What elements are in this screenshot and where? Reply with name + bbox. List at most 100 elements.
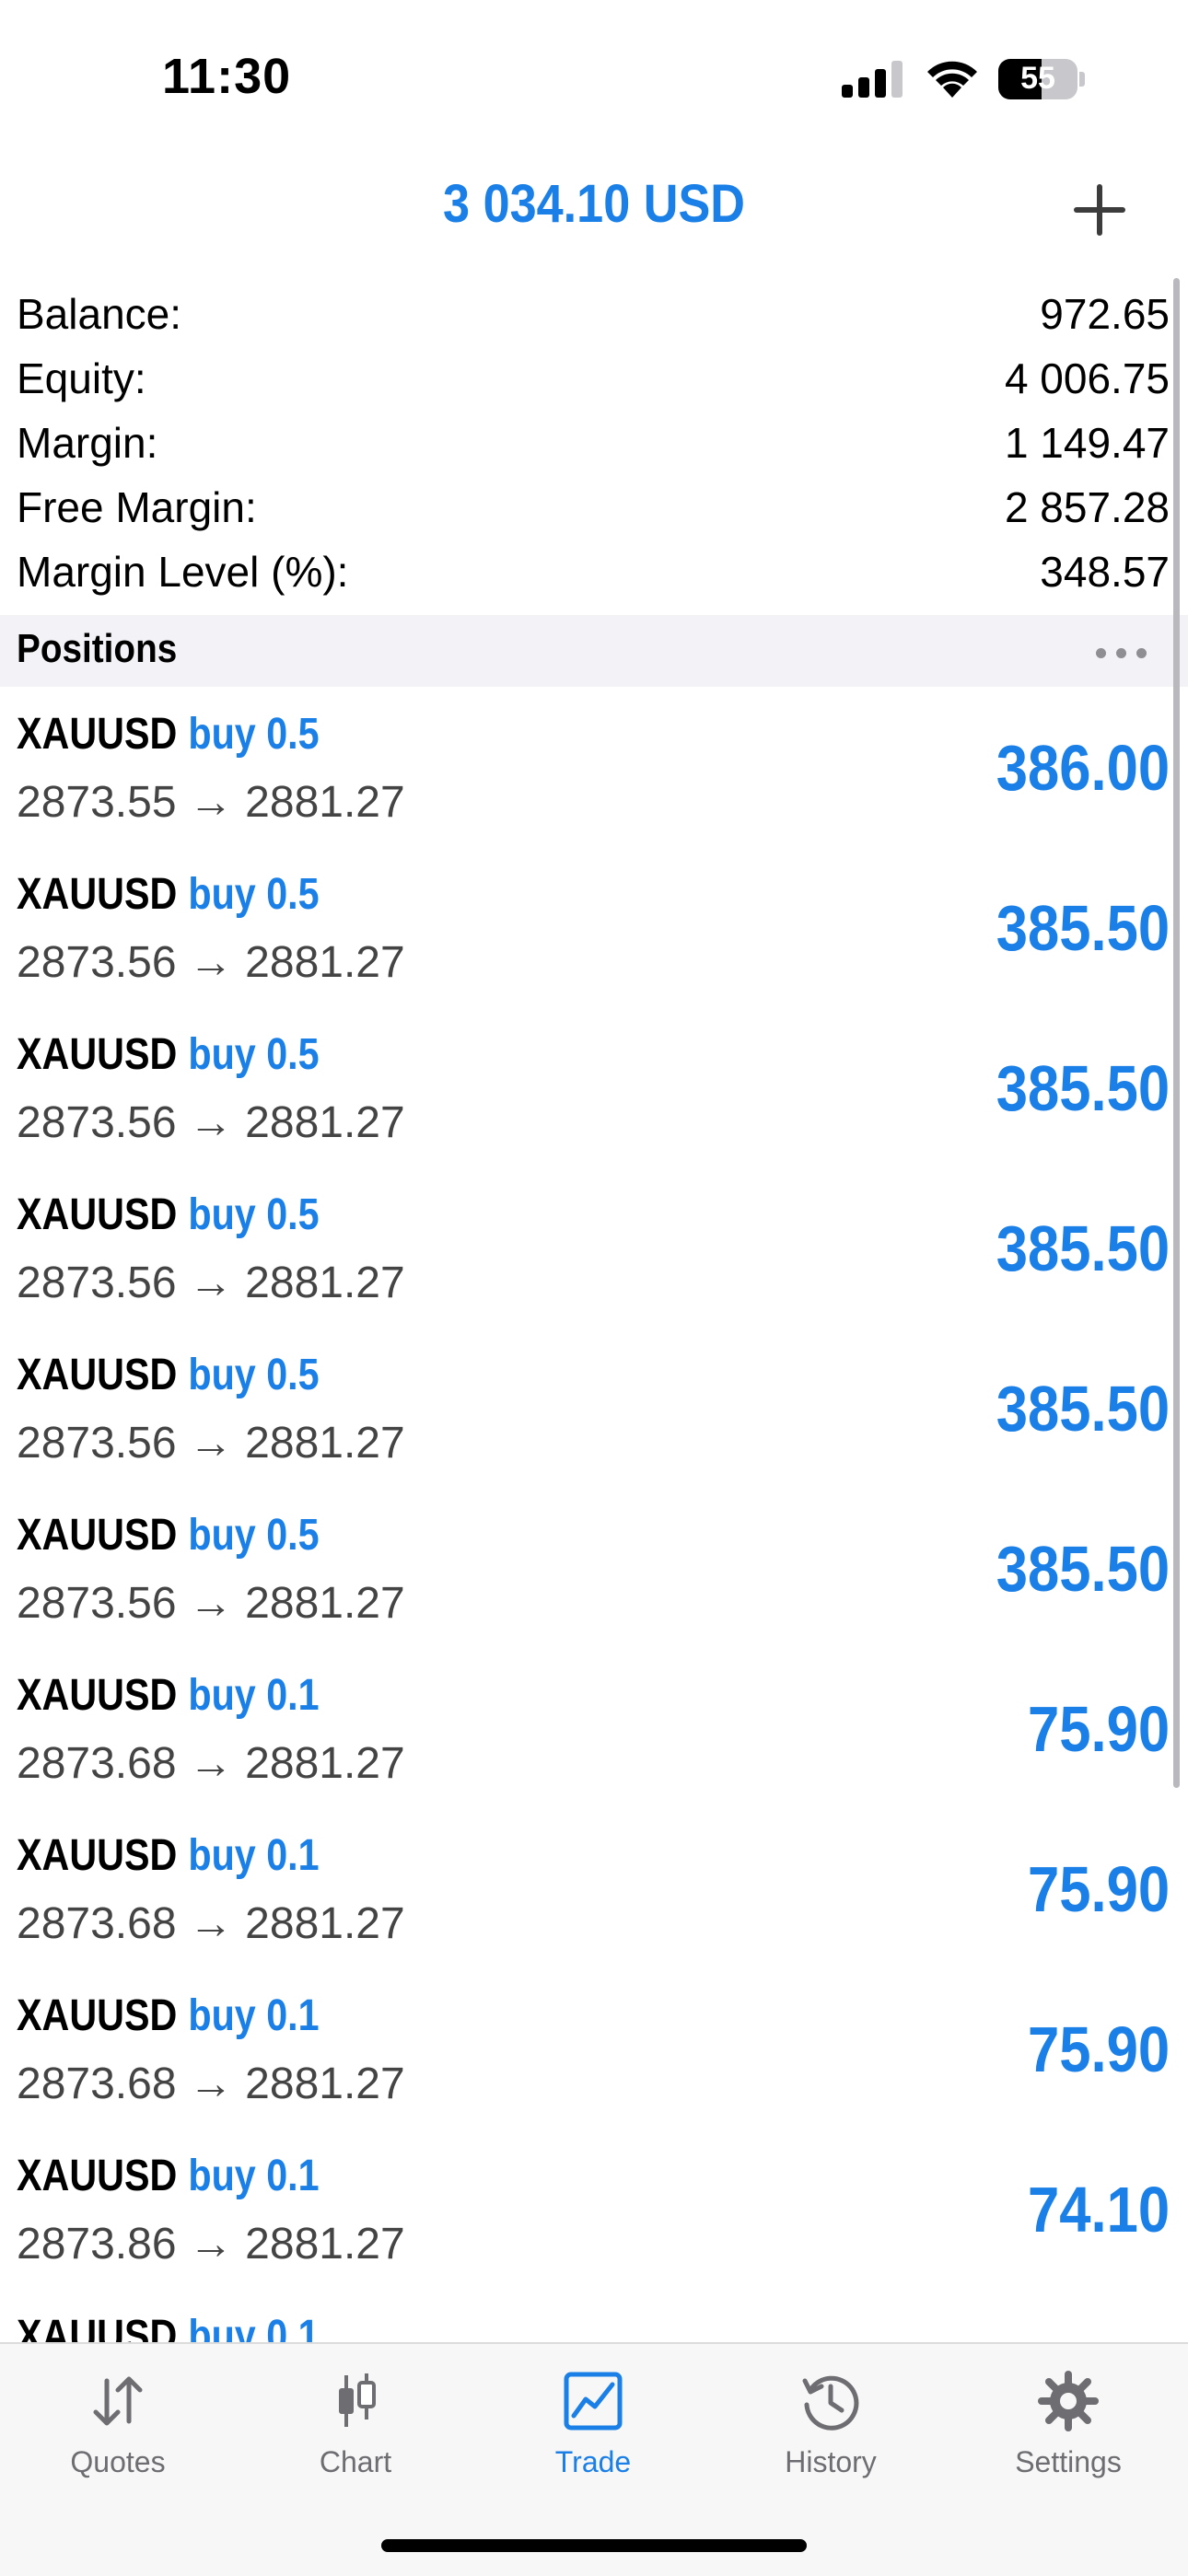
position-row[interactable]: XAUUSD buy 0.5 2873.56 → 2881.27 385.50: [0, 1011, 1188, 1171]
candlestick-chart-icon: [339, 2373, 376, 2427]
summary-value: 4 006.75: [1004, 354, 1170, 402]
position-profit: 385.50: [996, 1373, 1170, 1445]
positions-list[interactable]: XAUUSD buy 0.5 2873.55 → 2881.27 386.00 X…: [0, 690, 1188, 2342]
wifi-icon: [927, 61, 977, 98]
position-prices: 2873.68 → 2881.27: [17, 1899, 405, 1948]
position-row[interactable]: XAUUSD buy 0.1: [0, 2292, 1188, 2342]
gear-icon: [1038, 2371, 1099, 2431]
position-symbol: XAUUSD: [17, 1831, 178, 1880]
position-prices: 2873.56 → 2881.27: [17, 1098, 405, 1147]
tab-label: Quotes: [70, 2445, 166, 2478]
summary-row-balance: Balance: 972.65: [0, 282, 1188, 346]
position-profit: 75.90: [1027, 1693, 1170, 1765]
position-symbol: XAUUSD: [17, 1991, 178, 2040]
positions-title: Positions: [17, 626, 178, 671]
tab-settings[interactable]: Settings: [976, 2370, 1160, 2489]
summary-row-free-margin: Free Margin: 2 857.28: [0, 475, 1188, 540]
position-row[interactable]: XAUUSD buy 0.1 2873.86 → 2881.27 74.10: [0, 2132, 1188, 2292]
position-symbol: XAUUSD: [17, 1511, 178, 1560]
position-row[interactable]: XAUUSD buy 0.5 2873.56 → 2881.27 385.50: [0, 1171, 1188, 1331]
position-prices: 2873.68 → 2881.27: [17, 1739, 405, 1788]
position-profit: 386.00: [996, 732, 1170, 804]
position-type: buy 0.1: [188, 2312, 320, 2342]
quotes-arrows-icon: [93, 2376, 143, 2426]
summary-row-margin: Margin: 1 149.47: [0, 411, 1188, 475]
position-symbol: XAUUSD: [17, 1030, 178, 1079]
tab-chart[interactable]: Chart: [263, 2370, 448, 2489]
position-type: buy 0.5: [188, 1190, 320, 1239]
trade-chart-icon: [564, 2372, 623, 2431]
tab-trade[interactable]: Trade: [501, 2370, 685, 2489]
position-prices: 2873.86 → 2881.27: [17, 2220, 405, 2269]
summary-label: Free Margin:: [17, 483, 257, 531]
summary-label: Margin:: [17, 419, 158, 467]
position-type: buy 0.5: [188, 710, 320, 759]
history-clock-icon: [802, 2375, 859, 2431]
home-indicator[interactable]: [381, 2539, 807, 2552]
cellular-signal-icon: [842, 61, 903, 98]
position-row[interactable]: XAUUSD buy 0.1 2873.68 → 2881.27 75.90: [0, 1652, 1188, 1812]
position-symbol: XAUUSD: [17, 1190, 178, 1239]
position-symbol: XAUUSD: [17, 2152, 178, 2200]
positions-section-header: Positions: [0, 615, 1188, 687]
position-profit: 75.90: [1027, 2013, 1170, 2085]
summary-value: 972.65: [1040, 290, 1170, 338]
tab-quotes[interactable]: Quotes: [26, 2370, 210, 2489]
summary-row-equity: Equity: 4 006.75: [0, 346, 1188, 411]
status-bar: 11:30 55: [0, 0, 1188, 138]
summary-label: Margin Level (%):: [17, 548, 349, 596]
position-profit: 385.50: [996, 892, 1170, 964]
position-type: buy 0.1: [188, 1671, 320, 1720]
tab-label: Chart: [319, 2445, 392, 2478]
position-row[interactable]: XAUUSD buy 0.1 2873.68 → 2881.27 75.90: [0, 1812, 1188, 1972]
position-row[interactable]: XAUUSD buy 0.5 2873.56 → 2881.27 385.50: [0, 851, 1188, 1011]
summary-value: 348.57: [1040, 548, 1170, 596]
position-profit: 385.50: [996, 1533, 1170, 1605]
tab-label: Settings: [1015, 2445, 1122, 2478]
position-prices: 2873.56 → 2881.27: [17, 938, 405, 987]
position-symbol: XAUUSD: [17, 710, 178, 759]
position-type: buy 0.1: [188, 1991, 320, 2040]
position-symbol: XAUUSD: [17, 870, 178, 919]
summary-value: 2 857.28: [1004, 483, 1170, 531]
position-symbol: XAUUSD: [17, 2312, 178, 2342]
position-profit: 74.10: [1027, 2174, 1170, 2245]
account-total[interactable]: 3 034.10 USD: [60, 173, 1129, 235]
summary-label: Equity:: [17, 354, 146, 402]
position-row[interactable]: XAUUSD buy 0.1 2873.68 → 2881.27 75.90: [0, 1972, 1188, 2132]
position-prices: 2873.68 → 2881.27: [17, 2060, 405, 2108]
plus-icon[interactable]: [1070, 180, 1129, 239]
position-profit: 385.50: [996, 1052, 1170, 1124]
position-type: buy 0.5: [188, 1351, 320, 1399]
tab-label: History: [785, 2445, 877, 2478]
scrollbar[interactable]: [1173, 278, 1180, 1788]
position-prices: 2873.56 → 2881.27: [17, 1579, 405, 1628]
account-summary: Balance: 972.65 Equity: 4 006.75 Margin:…: [0, 282, 1188, 604]
summary-label: Balance:: [17, 290, 182, 338]
trade-header: 3 034.10 USD: [0, 164, 1188, 252]
position-type: buy 0.5: [188, 870, 320, 919]
position-type: buy 0.1: [188, 1831, 320, 1880]
position-profit: 75.90: [1027, 1853, 1170, 1925]
position-row[interactable]: XAUUSD buy 0.5 2873.55 → 2881.27 386.00: [0, 690, 1188, 851]
position-type: buy 0.5: [188, 1511, 320, 1560]
status-time: 11:30: [162, 49, 292, 104]
position-row[interactable]: XAUUSD buy 0.5 2873.56 → 2881.27 385.50: [0, 1491, 1188, 1652]
tab-history[interactable]: History: [739, 2370, 923, 2489]
position-symbol: XAUUSD: [17, 1671, 178, 1720]
position-symbol: XAUUSD: [17, 1351, 178, 1399]
position-prices: 2873.55 → 2881.27: [17, 778, 405, 827]
position-row[interactable]: XAUUSD buy 0.5 2873.56 → 2881.27 385.50: [0, 1331, 1188, 1491]
position-prices: 2873.56 → 2881.27: [17, 1259, 405, 1307]
ellipsis-icon[interactable]: [1096, 648, 1153, 658]
position-type: buy 0.5: [188, 1030, 320, 1079]
position-prices: 2873.56 → 2881.27: [17, 1419, 405, 1468]
summary-row-margin-level: Margin Level (%): 348.57: [0, 540, 1188, 604]
summary-value: 1 149.47: [1004, 419, 1170, 467]
position-type: buy 0.1: [188, 2152, 320, 2200]
position-profit: 385.50: [996, 1213, 1170, 1284]
battery-level: 55: [1020, 61, 1055, 96]
battery-tip: [1079, 72, 1085, 87]
battery-icon: 55: [998, 59, 1077, 99]
tab-label: Trade: [554, 2445, 632, 2478]
